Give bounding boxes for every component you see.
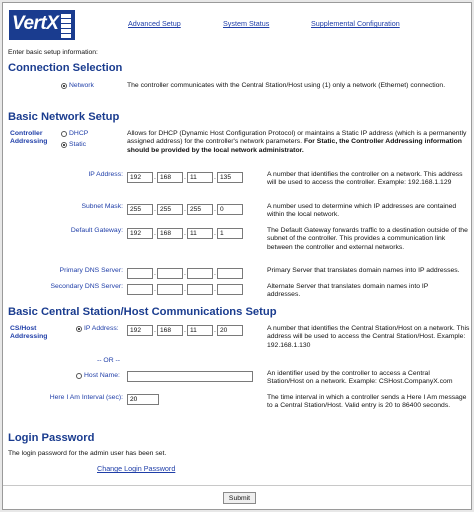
host-section-title: Basic Central Station/Host Communication… xyxy=(8,306,277,318)
host-name-radio[interactable] xyxy=(76,373,82,379)
host-ip-octet-2[interactable]: 168 xyxy=(157,325,183,336)
primary-dns-octet-2[interactable] xyxy=(157,268,183,279)
subnet-octet-1[interactable]: 255 xyxy=(127,204,153,215)
login-section-title: Login Password xyxy=(8,432,95,444)
cs-host-addressing-label: CS/Host Addressing xyxy=(10,325,48,340)
ip-address-description: A number that identifies the controller … xyxy=(267,171,463,187)
ip-octet-4[interactable]: 135 xyxy=(217,172,243,183)
secondary-dns-octet-2[interactable] xyxy=(157,284,183,295)
ip-octet-1[interactable]: 192 xyxy=(127,172,153,183)
network-section-title: Basic Network Setup xyxy=(8,111,120,123)
gateway-octet-4[interactable]: 1 xyxy=(217,228,243,239)
setup-page: VertX Advanced Setup System Status Suppl… xyxy=(2,2,472,510)
ip-octet-3[interactable]: 11 xyxy=(187,172,213,183)
network-radio[interactable] xyxy=(61,83,67,89)
ip-octet-2[interactable]: 168 xyxy=(157,172,183,183)
connection-description: The controller communicates with the Cen… xyxy=(127,82,446,89)
primary-dns-description: Primary Server that translates domain na… xyxy=(267,267,460,274)
secondary-dns-octet-3[interactable] xyxy=(187,284,213,295)
gateway-octet-2[interactable]: 168 xyxy=(157,228,183,239)
host-name-input[interactable] xyxy=(127,371,253,382)
controller-addressing-label: Controller Addressing xyxy=(10,130,48,145)
host-name-description: An identifier used by the controller to … xyxy=(267,370,453,386)
default-gateway-description: The Default Gateway forwards traffic to … xyxy=(267,227,468,251)
gateway-octet-1[interactable]: 192 xyxy=(127,228,153,239)
addressing-description: Allows for DHCP (Dynamic Host Configurat… xyxy=(127,130,467,155)
intro-text: Enter basic setup information: xyxy=(8,49,98,56)
here-i-am-interval-label: Here I Am Interval (sec): xyxy=(49,394,123,401)
default-gateway-label: Default Gateway: xyxy=(70,227,123,234)
primary-dns-octet-4[interactable] xyxy=(217,268,243,279)
gateway-octet-3[interactable]: 11 xyxy=(187,228,213,239)
dhcp-radio-label: DHCP xyxy=(69,130,89,137)
static-radio[interactable] xyxy=(61,142,67,148)
logo-text: VertX xyxy=(12,13,59,34)
network-radio-label: Network xyxy=(69,82,94,89)
ip-address-label: IP Address: xyxy=(88,171,123,178)
login-password-status: The login password for the admin user ha… xyxy=(8,450,167,457)
or-separator: -- OR -- xyxy=(97,357,121,364)
secondary-dns-label: Secondary DNS Server: xyxy=(50,283,123,290)
host-ip-octet-1[interactable]: 192 xyxy=(127,325,153,336)
subnet-octet-2[interactable]: 255 xyxy=(157,204,183,215)
primary-dns-octet-1[interactable] xyxy=(127,268,153,279)
secondary-dns-octet-1[interactable] xyxy=(127,284,153,295)
primary-dns-label: Primary DNS Server: xyxy=(59,267,123,274)
host-ip-octet-3[interactable]: 11 xyxy=(187,325,213,336)
subnet-octet-3[interactable]: 255 xyxy=(187,204,213,215)
nav-supplemental-configuration-link[interactable]: Supplemental Configuration xyxy=(311,19,400,28)
connection-section-title: Connection Selection xyxy=(8,62,123,74)
submit-button[interactable]: Submit xyxy=(223,492,256,504)
subnet-mask-description: A number used to determine which IP addr… xyxy=(267,203,457,219)
here-i-am-interval-input[interactable]: 20 xyxy=(127,394,159,405)
nav-advanced-setup-link[interactable]: Advanced Setup xyxy=(128,19,181,28)
subnet-mask-label: Subnet Mask: xyxy=(81,203,123,210)
static-radio-label: Static xyxy=(69,141,86,148)
dhcp-radio[interactable] xyxy=(61,131,67,137)
host-name-label: Host Name: xyxy=(84,372,120,379)
secondary-dns-description: Alternate Server that translates domain … xyxy=(267,283,429,299)
change-login-password-link[interactable]: Change Login Password xyxy=(97,464,175,473)
divider xyxy=(3,485,471,486)
host-ip-octet-4[interactable]: 20 xyxy=(217,325,243,336)
host-ip-description: A number that identifies the Central Sta… xyxy=(267,325,470,349)
host-ip-radio[interactable] xyxy=(76,326,82,332)
subnet-octet-4[interactable]: 0 xyxy=(217,204,243,215)
host-ip-address-label: IP Address: xyxy=(84,325,119,332)
primary-dns-octet-3[interactable] xyxy=(187,268,213,279)
secondary-dns-octet-4[interactable] xyxy=(217,284,243,295)
here-i-am-interval-description: The time interval in which a controller … xyxy=(267,394,467,410)
logo-bars-icon xyxy=(61,14,71,39)
nav-system-status-link[interactable]: System Status xyxy=(223,19,269,28)
vertx-logo: VertX xyxy=(9,10,75,40)
